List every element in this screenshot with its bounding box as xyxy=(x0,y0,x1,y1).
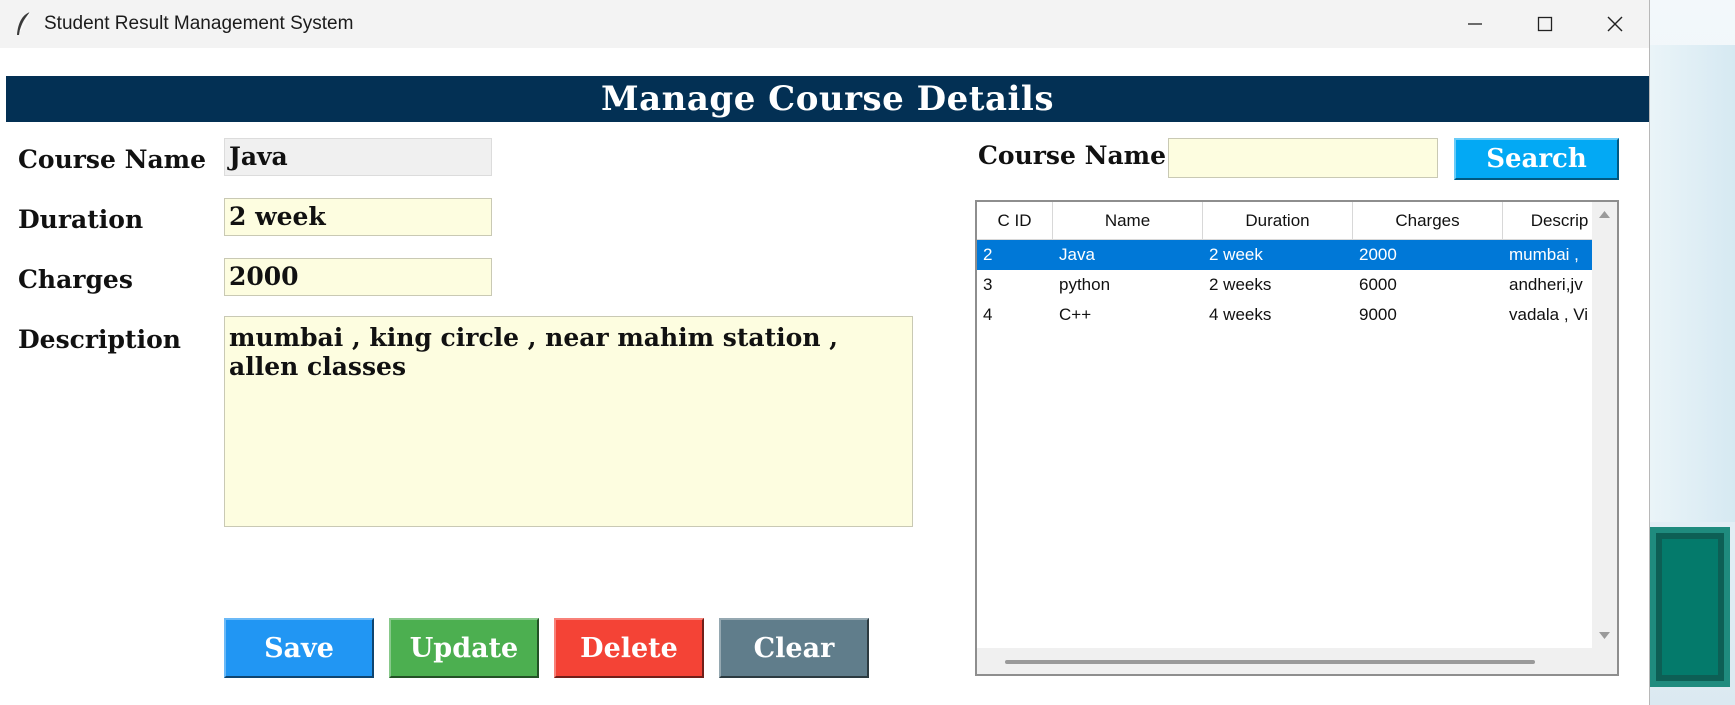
column-header-name[interactable]: Name xyxy=(1053,202,1203,240)
column-header-charges[interactable]: Charges xyxy=(1353,202,1503,240)
close-icon xyxy=(1607,16,1623,32)
cell-duration: 2 week xyxy=(1209,245,1263,264)
table-row[interactable]: 4 C++ 4 weeks 9000 vadala , Vi xyxy=(977,300,1592,330)
description-textarea[interactable]: mumbai , king circle , near mahim statio… xyxy=(224,316,913,527)
maximize-icon xyxy=(1537,16,1553,32)
cell-duration: 2 weeks xyxy=(1209,275,1272,294)
background-teal-block xyxy=(1650,527,1730,687)
cell-cid: 2 xyxy=(983,245,993,264)
minimize-icon xyxy=(1468,23,1482,25)
course-name-field[interactable]: Java xyxy=(224,138,492,176)
window-title: Student Result Management System xyxy=(44,13,354,34)
close-button[interactable] xyxy=(1580,0,1650,48)
app-window: Student Result Management System Manage … xyxy=(0,0,1650,705)
table-row[interactable]: 3 python 2 weeks 6000 andheri,jv xyxy=(977,270,1592,300)
background-window-strip xyxy=(1650,45,1735,522)
cell-name: Java xyxy=(1059,245,1095,264)
duration-field[interactable]: 2 week xyxy=(224,198,492,236)
course-table[interactable]: C ID Name Duration Charges Descrip 2 Jav… xyxy=(975,200,1619,676)
cell-cid: 4 xyxy=(983,305,993,324)
search-button[interactable]: Search xyxy=(1454,138,1619,180)
update-button[interactable]: Update xyxy=(389,618,539,678)
column-header-description[interactable]: Descrip xyxy=(1503,202,1592,240)
table-header: C ID Name Duration Charges Descrip xyxy=(977,202,1592,240)
description-label: Description xyxy=(18,325,181,354)
cell-duration: 4 weeks xyxy=(1209,305,1272,324)
scroll-down-arrow-icon[interactable] xyxy=(1592,626,1617,646)
title-bar[interactable]: Student Result Management System xyxy=(0,0,1649,48)
save-button[interactable]: Save xyxy=(224,618,374,678)
cell-description: andheri,jv xyxy=(1509,275,1583,294)
cell-cid: 3 xyxy=(983,275,993,294)
cell-name: C++ xyxy=(1059,305,1092,324)
desktop-background xyxy=(1650,0,1735,705)
page-title: Manage Course Details xyxy=(6,76,1649,122)
duration-label: Duration xyxy=(18,205,144,234)
cell-name: python xyxy=(1059,275,1111,294)
horizontal-scroll-thumb[interactable] xyxy=(1005,660,1535,664)
table-viewport: C ID Name Duration Charges Descrip 2 Jav… xyxy=(977,202,1592,648)
charges-label: Charges xyxy=(18,265,133,294)
cell-charges: 9000 xyxy=(1359,305,1397,324)
horizontal-scrollbar[interactable] xyxy=(977,648,1617,674)
scroll-up-arrow-icon[interactable] xyxy=(1592,204,1617,224)
clear-button[interactable]: Clear xyxy=(719,618,869,678)
course-name-label: Course Name xyxy=(18,145,207,174)
cell-description: vadala , Vi xyxy=(1509,305,1589,324)
search-input[interactable] xyxy=(1168,138,1438,178)
feather-icon xyxy=(17,11,31,35)
search-course-name-label: Course Name xyxy=(978,141,1167,170)
maximize-button[interactable] xyxy=(1510,0,1580,48)
charges-field[interactable]: 2000 xyxy=(224,258,492,296)
delete-button[interactable]: Delete xyxy=(554,618,704,678)
table-row[interactable]: 2 Java 2 week 2000 mumbai , xyxy=(977,240,1592,270)
vertical-scrollbar[interactable] xyxy=(1592,202,1617,648)
minimize-button[interactable] xyxy=(1440,0,1510,48)
cell-description: mumbai , xyxy=(1509,245,1579,264)
column-header-cid[interactable]: C ID xyxy=(977,202,1053,240)
cell-charges: 6000 xyxy=(1359,275,1397,294)
cell-charges: 2000 xyxy=(1359,245,1397,264)
column-header-duration[interactable]: Duration xyxy=(1203,202,1353,240)
